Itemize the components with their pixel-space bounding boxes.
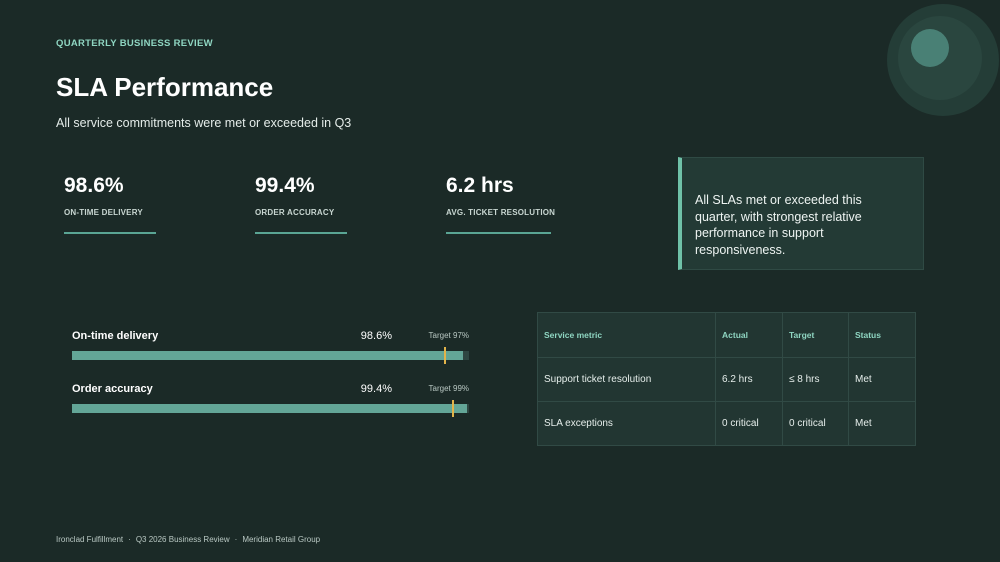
kpi-label: ON-TIME DELIVERY	[64, 208, 143, 217]
column-header: Actual	[715, 312, 783, 358]
column-header: Service metric	[537, 312, 716, 358]
kpi-ticket-resolution: 6.2 hrs AVG. TICKET RESOLUTION	[446, 172, 555, 234]
progress-target: Target 97%	[428, 331, 469, 340]
progress-track	[72, 347, 469, 364]
kpi-value: 98.6%	[64, 174, 124, 197]
summary-callout: All SLAs met or exceeded this quarter, w…	[678, 157, 924, 270]
progress-target: Target 99%	[428, 384, 469, 393]
page-title: SLA Performance	[56, 72, 274, 102]
column-header: Status	[848, 312, 916, 358]
table-header-row: Service metric Actual Target Status	[537, 312, 916, 358]
sla-table: Service metric Actual Target Status Supp…	[537, 312, 916, 446]
eyebrow-label: QUARTERLY BUSINESS REVIEW	[56, 38, 213, 49]
table-row: SLA exceptions 0 critical 0 critical Met	[537, 401, 916, 446]
footer-review: Q3 2026 Business Review	[135, 535, 230, 544]
footer: Ironclad Fulfillment · Q3 2026 Business Re…	[56, 535, 320, 544]
progress-value: 99.4%	[360, 383, 392, 395]
kpi-value: 99.4%	[255, 174, 315, 197]
kpi-label: AVG. TICKET RESOLUTION	[446, 208, 556, 217]
table-cell: 0 critical	[715, 401, 783, 446]
progress-row-on-time-delivery: On-time delivery 98.6% Target 97%	[72, 330, 469, 364]
kpi-divider	[255, 232, 347, 234]
table-cell: Met	[848, 401, 916, 446]
table-cell: SLA exceptions	[537, 401, 716, 446]
column-header: Target	[782, 312, 849, 358]
table-cell: 6.2 hrs	[715, 357, 783, 402]
footer-company: Ironclad Fulfillment	[56, 535, 124, 544]
progress-value: 98.6%	[360, 330, 392, 342]
kpi-divider	[64, 232, 156, 234]
footer-separator: ·	[234, 535, 238, 544]
target-marker	[452, 400, 454, 417]
kpi-on-time-delivery: 98.6% ON-TIME DELIVERY	[64, 172, 156, 234]
progress-fill	[72, 351, 463, 360]
kpi-divider	[446, 232, 551, 234]
decorative-circle-inner	[911, 29, 949, 67]
progress-fill	[72, 404, 467, 413]
table-cell: Support ticket resolution	[537, 357, 716, 402]
footer-client: Meridian Retail Group	[242, 535, 321, 544]
table-cell: Met	[848, 357, 916, 402]
progress-row-order-accuracy: Order accuracy 99.4% Target 99%	[72, 383, 469, 417]
table-cell: 0 critical	[782, 401, 849, 446]
footer-separator: ·	[128, 535, 131, 544]
slide: QUARTERLY BUSINESS REVIEW SLA Performanc…	[0, 0, 1000, 562]
table-row: Support ticket resolution 6.2 hrs ≤ 8 hr…	[537, 357, 916, 402]
kpi-label: ORDER ACCURACY	[255, 208, 335, 217]
kpi-order-accuracy: 99.4% ORDER ACCURACY	[255, 172, 347, 234]
progress-label: Order accuracy	[72, 383, 153, 395]
progress-track	[72, 400, 469, 417]
target-marker	[444, 347, 446, 364]
kpi-value: 6.2 hrs	[446, 174, 514, 197]
progress-label: On-time delivery	[72, 330, 159, 342]
page-subtitle: All service commitments were met or exce…	[56, 116, 352, 130]
table-cell: ≤ 8 hrs	[782, 357, 849, 402]
